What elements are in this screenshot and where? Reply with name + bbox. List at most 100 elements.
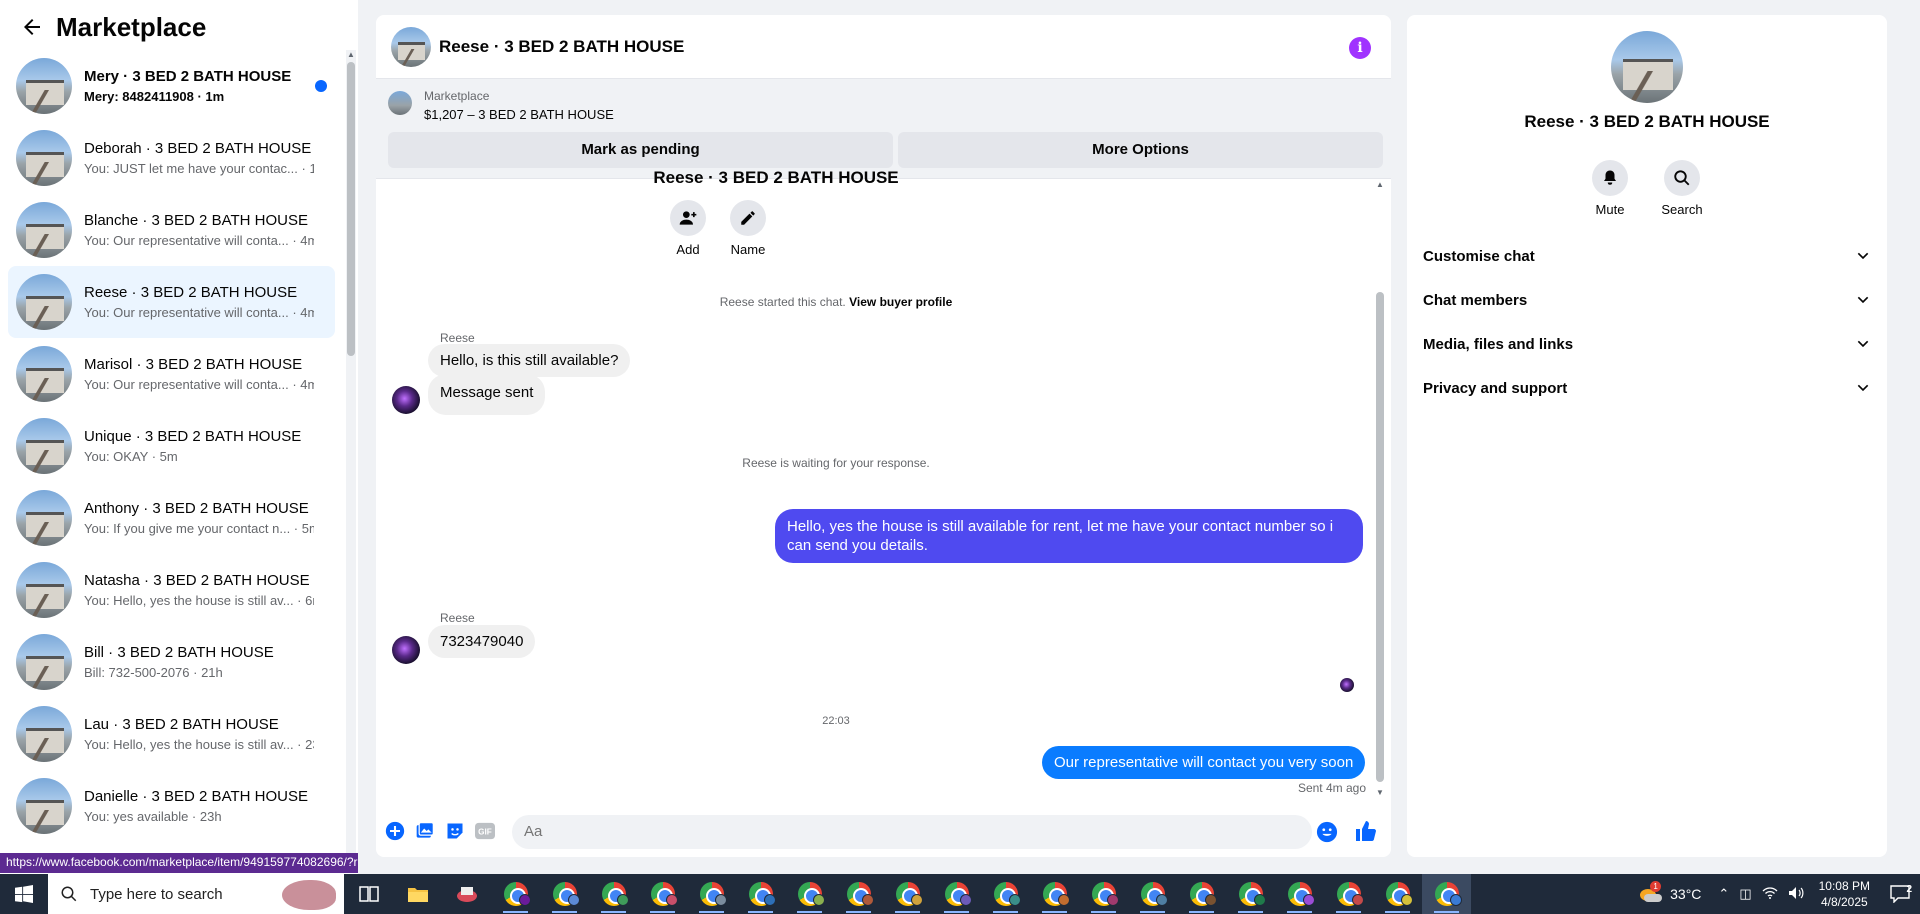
conversation-item[interactable]: Blanche · 3 BED 2 BATH HOUSE You: Our rep… [8,194,335,266]
search-highlight-image [282,880,336,910]
incoming-message[interactable]: 7323479040 [428,625,536,658]
chrome-profile-icon[interactable] [736,874,785,914]
sidebar-scrollbar[interactable]: ▲ [346,50,356,856]
incoming-message[interactable]: Hello, is this still available? [428,344,631,377]
conversation-item[interactable]: Deborah · 3 BED 2 BATH HOUSE You: JUST le… [8,122,335,194]
search-button[interactable] [1664,160,1700,196]
listing-banner: Marketplace $1,207 – 3 BED 2 BATH HOUSE … [376,79,1391,179]
sender-avatar[interactable] [392,386,420,414]
privacy-support-section[interactable]: Privacy and support [1423,366,1871,410]
thumbs-up-icon[interactable] [1354,819,1378,848]
sidebar-scroll-thumb[interactable] [347,62,355,356]
photo-icon[interactable] [414,820,436,842]
mute-label: Mute [1595,202,1625,217]
conversation-name: Marisol · 3 BED 2 BATH HOUSE [84,356,303,373]
file-explorer-icon[interactable] [393,874,442,914]
search-label: Search [1661,202,1703,217]
info-icon[interactable]: i [1349,37,1371,59]
messages-scroll-thumb[interactable] [1376,292,1384,782]
unread-dot-icon [315,80,327,92]
sent-status: Sent 4m ago [1297,781,1366,795]
conversation-item[interactable]: Reese · 3 BED 2 BATH HOUSE You: Our repre… [8,266,335,338]
mark-as-pending-button[interactable]: Mark as pending [388,132,893,168]
conversation-text: Natasha · 3 BED 2 BATH HOUSE You: Hello, … [84,572,314,608]
incoming-message[interactable]: Message sent [428,374,546,415]
chrome-profile-icon[interactable] [932,874,981,914]
chrome-profile-icon[interactable] [1275,874,1324,914]
weather-widget[interactable]: 1 33°C [1638,881,1701,903]
chrome-active-window-icon[interactable] [1422,874,1471,914]
chrome-profile-icon[interactable] [1177,874,1226,914]
message-input[interactable] [512,815,1312,849]
scroll-up-arrow-icon[interactable]: ▲ [1375,180,1385,189]
game-app-icon[interactable] [442,874,491,914]
sticker-icon[interactable] [444,820,466,842]
chrome-profile-icon[interactable] [883,874,932,914]
conversation-item[interactable]: Mery · 3 BED 2 BATH HOUSE Mery: 848241190… [8,50,335,122]
messages-scrollbar[interactable]: ▲ ▼ [1375,180,1385,800]
chat-header-avatar[interactable] [391,26,431,67]
seen-receipt-avatar [1340,678,1354,692]
view-buyer-profile-link[interactable]: View buyer profile [849,295,952,309]
chrome-profile-icon[interactable] [540,874,589,914]
chat-title[interactable]: Reese · 3 BED 2 BATH HOUSE [439,37,684,57]
chrome-profile-icon[interactable] [1324,874,1373,914]
listing-price-title[interactable]: $1,207 – 3 BED 2 BATH HOUSE [424,107,614,122]
gif-icon[interactable]: GIF [474,820,496,842]
conversation-item[interactable]: Unique · 3 BED 2 BATH HOUSE You: OKAY · 5… [8,410,335,482]
chrome-profile-icon[interactable] [589,874,638,914]
chevron-up-icon[interactable]: ⌃ [1718,886,1729,902]
chrome-icon[interactable] [491,874,540,914]
conversation-item[interactable]: Lau · 3 BED 2 BATH HOUSE You: Hello, yes … [8,698,335,770]
start-button[interactable] [0,874,48,914]
listing-thumbnail[interactable] [388,91,412,115]
conversation-item[interactable]: Marisol · 3 BED 2 BATH HOUSE You: Our rep… [8,338,335,410]
edit-name-button[interactable] [730,200,766,236]
profile-avatar[interactable] [1611,31,1683,103]
windows-taskbar: Type here to search 1 33°C ⌃ ◫ 10:08 PM … [0,874,1920,914]
task-view-icon[interactable] [344,874,393,914]
notification-count: 2 [1906,884,1912,895]
taskbar-search[interactable]: Type here to search [48,874,344,914]
conversation-item[interactable]: Anthony · 3 BED 2 BATH HOUSE You: If you … [8,482,335,554]
conversation-name: Reese · 3 BED 2 BATH HOUSE [84,284,298,301]
scroll-down-arrow-icon[interactable]: ▼ [1375,788,1385,797]
conversation-item[interactable]: Bill · 3 BED 2 BATH HOUSE Bill: 732-500-2… [8,626,335,698]
sender-avatar[interactable] [392,636,420,664]
plus-icon[interactable] [384,820,406,842]
mute-button[interactable] [1592,160,1628,196]
chrome-profile-icon[interactable] [1373,874,1422,914]
weather-alert-badge: 1 [1650,881,1662,892]
conversation-name: Mery · 3 BED 2 BATH HOUSE [84,68,292,85]
chrome-profile-icon[interactable] [1128,874,1177,914]
add-person-button[interactable] [670,200,706,236]
chat-header: Reese · 3 BED 2 BATH HOUSE i [376,15,1391,79]
scroll-up-arrow-icon[interactable]: ▲ [347,50,355,60]
chrome-profile-icon[interactable] [1079,874,1128,914]
outgoing-message[interactable]: Our representative will contact you very… [1042,746,1366,779]
media-files-links-section[interactable]: Media, files and links [1423,322,1871,366]
chrome-profile-icon[interactable] [785,874,834,914]
chrome-profile-icon[interactable] [687,874,736,914]
meet-now-icon[interactable]: ◫ [1739,886,1751,902]
clock[interactable]: 10:08 PM 4/8/2025 [1819,878,1870,910]
notification-center[interactable]: 2 [1880,874,1920,914]
chrome-profile-icon[interactable] [1226,874,1275,914]
conversation-item[interactable]: Natasha · 3 BED 2 BATH HOUSE You: Hello, … [8,554,335,626]
conversation-item[interactable]: Danielle · 3 BED 2 BATH HOUSE You: yes av… [8,770,335,842]
more-options-button[interactable]: More Options [898,132,1383,168]
customise-chat-section[interactable]: Customise chat [1423,234,1871,278]
section-label: Privacy and support [1423,379,1568,397]
wifi-icon[interactable] [1762,886,1778,903]
outgoing-message[interactable]: Hello, yes the house is still available … [775,509,1363,563]
conversation-name: Lau · 3 BED 2 BATH HOUSE [84,716,279,733]
speaker-icon[interactable] [1788,886,1804,903]
chrome-profile-icon[interactable] [834,874,883,914]
chrome-profile-icon[interactable] [981,874,1030,914]
chat-info-panel: Reese · 3 BED 2 BATH HOUSE Mute Search C… [1407,15,1887,857]
emoji-icon[interactable] [1316,821,1338,848]
chat-members-section[interactable]: Chat members [1423,278,1871,322]
chrome-profile-icon[interactable] [1030,874,1079,914]
back-arrow-icon[interactable] [20,15,44,39]
chrome-profile-icon[interactable] [638,874,687,914]
